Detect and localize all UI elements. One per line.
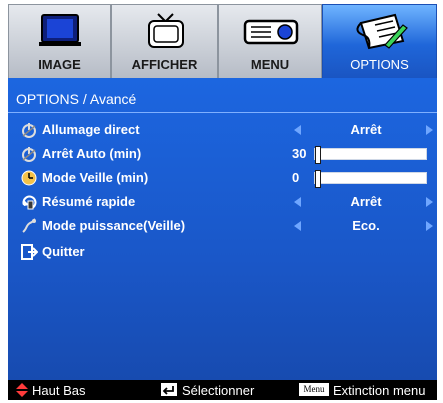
- arrow-right-icon[interactable]: [426, 125, 433, 135]
- tab-image[interactable]: IMAGE: [8, 4, 111, 78]
- auto-off-icon: [22, 147, 36, 162]
- row-value: Arrêt: [350, 122, 382, 137]
- slider-thumb[interactable]: [315, 170, 321, 188]
- projector-icon: [243, 19, 299, 45]
- power-mode-icon: [22, 218, 36, 233]
- footer-bar: Haut Bas Sélectionner Menu Extinction me…: [8, 380, 437, 400]
- menu-key-icon: Menu: [299, 383, 329, 396]
- row-value: Eco.: [352, 218, 380, 233]
- row-arret-auto[interactable]: Arrêt Auto (min) 30: [16, 142, 437, 166]
- footer-nav-text: Haut Bas: [32, 383, 86, 398]
- row-allumage-direct[interactable]: Allumage direct Arrêt: [16, 118, 437, 142]
- arrow-right-icon[interactable]: [426, 221, 433, 231]
- row-number: 0: [292, 170, 300, 185]
- exit-icon: [21, 244, 38, 260]
- arrow-left-icon[interactable]: [294, 221, 301, 231]
- row-label: Mode Veille (min): [42, 170, 149, 185]
- quick-resume-icon: [22, 195, 37, 210]
- auto-off-slider[interactable]: [314, 146, 427, 164]
- tab-menu[interactable]: MENU: [218, 4, 322, 78]
- sleep-timer-icon: [21, 170, 37, 186]
- tab-options[interactable]: OPTIONS: [322, 4, 437, 78]
- panel-title-text: OPTIONS / Avancé: [16, 91, 137, 107]
- row-mode-puissance[interactable]: Mode puissance(Veille) Eco.: [16, 214, 437, 238]
- options-icon: [356, 13, 408, 50]
- footer-exit-text: Extinction menu: [333, 383, 426, 398]
- arrow-left-icon[interactable]: [294, 125, 301, 135]
- row-mode-veille[interactable]: Mode Veille (min) 0: [16, 166, 437, 190]
- enter-key-icon: [161, 383, 177, 396]
- slider-thumb[interactable]: [315, 146, 321, 164]
- tab-image-label: IMAGE: [38, 57, 81, 72]
- panel-title: OPTIONS / Avancé: [8, 88, 437, 113]
- title-divider: [8, 112, 437, 113]
- footer-select-text: Sélectionner: [182, 383, 255, 398]
- row-label: Arrêt Auto (min): [42, 146, 142, 161]
- row-quitter[interactable]: Quitter: [16, 240, 437, 264]
- row-value: Arrêt: [350, 194, 382, 209]
- arrow-right-icon[interactable]: [426, 197, 433, 207]
- row-resume-rapide[interactable]: Résumé rapide Arrêt: [16, 190, 437, 214]
- row-number: 30: [292, 146, 307, 161]
- tv-icon: [148, 13, 184, 48]
- sleep-timer-slider[interactable]: [314, 170, 427, 188]
- arrow-left-icon[interactable]: [294, 197, 301, 207]
- osd-menu: IMAGE AFFICHER MENU OPTIONS OPTIONS / Av…: [0, 0, 443, 403]
- row-label: Quitter: [42, 244, 85, 259]
- monitor-icon: [39, 14, 81, 46]
- up-down-arrow-icon: [16, 383, 28, 397]
- tab-bar: IMAGE AFFICHER MENU OPTIONS: [8, 4, 437, 78]
- row-label: Résumé rapide: [42, 194, 136, 209]
- tab-menu-label: MENU: [250, 57, 290, 72]
- direct-power-icon: [22, 123, 36, 138]
- tab-options-label: OPTIONS: [350, 57, 409, 72]
- tab-afficher-label: AFFICHER: [131, 57, 198, 72]
- tab-afficher[interactable]: AFFICHER: [111, 4, 218, 78]
- row-label: Allumage direct: [42, 122, 140, 137]
- row-label: Mode puissance(Veille): [42, 218, 186, 233]
